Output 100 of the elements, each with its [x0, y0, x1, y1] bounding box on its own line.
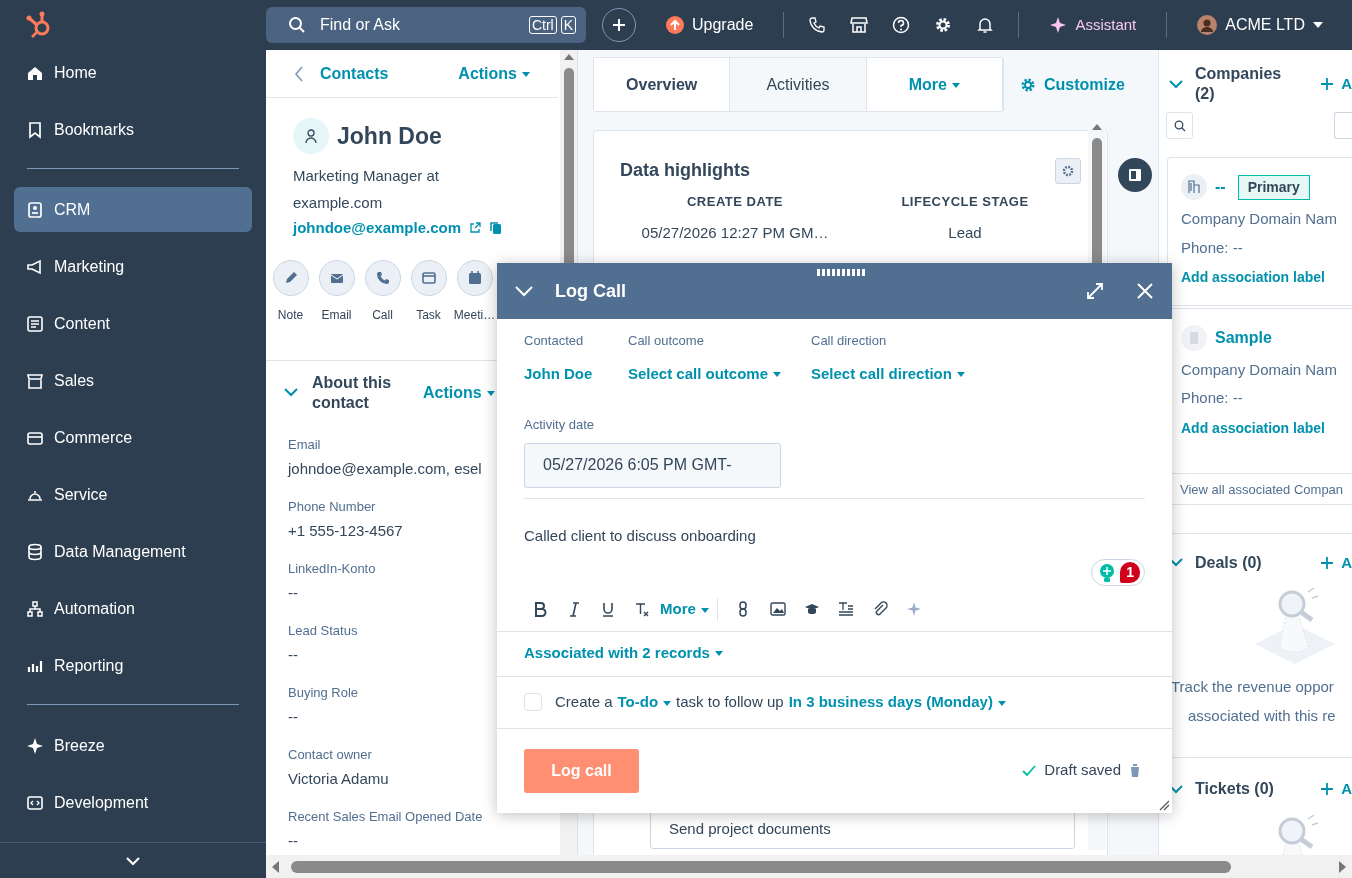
- store-icon[interactable]: [850, 16, 869, 34]
- property-label: Lead Status: [288, 621, 358, 640]
- property-label: Recent Sales Email Opened Date: [288, 807, 483, 826]
- megaphone-icon: [26, 257, 44, 276]
- quick-action-button[interactable]: [456, 259, 493, 296]
- back-link[interactable]: Contacts: [294, 61, 389, 86]
- plus-icon: [1321, 783, 1334, 796]
- upgrade-button[interactable]: Upgrade: [660, 12, 760, 38]
- company-domain: Company Domain Nam: [1181, 359, 1338, 380]
- search-field[interactable]: Find or Ask Ctrl K: [266, 7, 586, 43]
- sidebar-item[interactable]: Commerce: [14, 415, 252, 460]
- calendar-icon: [466, 269, 483, 286]
- property-label: Email: [288, 435, 321, 454]
- scrollbar-track[interactable]: [266, 855, 1352, 878]
- dropdown-button[interactable]: To-do: [617, 691, 672, 714]
- contact-card-icon: [26, 200, 44, 219]
- underline-icon[interactable]: [600, 600, 616, 618]
- actions-dropdown[interactable]: Actions: [458, 61, 530, 86]
- help-icon[interactable]: [892, 16, 911, 34]
- quick-action-button[interactable]: [272, 259, 309, 296]
- assistant-button[interactable]: Assistant: [1043, 12, 1143, 38]
- tab[interactable]: Activities: [730, 58, 867, 111]
- notification-count: 1: [1120, 562, 1140, 583]
- company-name-link[interactable]: --: [1215, 175, 1226, 199]
- dropdown-button[interactable]: Select call outcome: [628, 362, 782, 385]
- resize-handle-icon[interactable]: [1158, 799, 1170, 811]
- quick-action-button[interactable]: [318, 259, 355, 296]
- quick-action-button[interactable]: [410, 259, 447, 296]
- section-title: Tickets (0): [1195, 779, 1275, 800]
- company-domain: Company Domain Nam: [1181, 209, 1338, 229]
- scrollbar-thumb[interactable]: [291, 860, 1231, 873]
- upgrade-icon: [666, 16, 684, 34]
- sidebar-item[interactable]: Home: [14, 50, 252, 95]
- bookmark-icon: [26, 120, 44, 139]
- sidebar-item[interactable]: CRM: [14, 187, 252, 232]
- note-text[interactable]: Called client to discuss onboarding: [524, 524, 1145, 547]
- date-field[interactable]: 05/27/2026 6:05 PM GMT-: [524, 442, 781, 488]
- workflow-icon: [26, 599, 44, 618]
- property-value: +1 555-123-4567: [288, 521, 403, 541]
- text-lines-icon[interactable]: [837, 601, 854, 618]
- caret-icon: [1312, 22, 1323, 28]
- plus-icon: [1321, 556, 1334, 569]
- clear-format-icon[interactable]: [634, 600, 650, 618]
- association-label-link[interactable]: Add association label: [1181, 267, 1325, 288]
- filter-field[interactable]: [1334, 112, 1352, 139]
- copy-icon[interactable]: [489, 221, 503, 236]
- sidebar-item[interactable]: Sales: [14, 358, 252, 403]
- email-link[interactable]: johndoe@example.com: [293, 217, 461, 240]
- sidebar-item[interactable]: Service: [14, 472, 252, 517]
- add-button[interactable]: A: [1321, 72, 1352, 96]
- dropdown-button[interactable]: Select call direction: [811, 362, 965, 385]
- account-menu[interactable]: ACME LTD: [1191, 12, 1329, 38]
- trash-icon[interactable]: [1129, 763, 1141, 778]
- sidebar-item[interactable]: Automation: [14, 586, 252, 631]
- empty-state-text: Track the revenue oppor: [1170, 677, 1335, 697]
- sidebar-item[interactable]: Breeze: [14, 723, 252, 768]
- follow-up-checkbox[interactable]: [524, 693, 542, 712]
- settings-button[interactable]: [1055, 157, 1081, 184]
- expand-icon[interactable]: [1086, 282, 1104, 300]
- drag-handle[interactable]: [817, 269, 865, 276]
- tab[interactable]: Overview: [594, 58, 731, 111]
- property-label: Phone Number: [288, 497, 376, 516]
- image-icon[interactable]: [769, 601, 786, 618]
- arrow-up-icon: [1092, 124, 1102, 130]
- notifications-icon[interactable]: [976, 16, 995, 34]
- property-label: Contact owner: [288, 745, 372, 764]
- close-icon[interactable]: [1136, 282, 1154, 300]
- sidebar-item[interactable]: Content: [14, 301, 252, 346]
- contact-name: John Doe: [337, 121, 442, 151]
- add-button[interactable]: A: [1321, 551, 1352, 574]
- dropdown-button[interactable]: In 3 business days (Monday): [788, 691, 1006, 714]
- quick-action-button[interactable]: [364, 259, 401, 296]
- sidebar-item[interactable]: Development: [14, 780, 252, 825]
- store-icon: [26, 371, 44, 390]
- associations-dropdown[interactable]: Associated with 2 records: [524, 641, 723, 664]
- customize-button[interactable]: Customize: [1020, 72, 1125, 97]
- association-label-link[interactable]: Add association label: [1181, 417, 1325, 439]
- sidebar-item[interactable]: Bookmarks: [14, 107, 252, 152]
- search-button[interactable]: [1166, 112, 1193, 139]
- settings-icon[interactable]: [934, 16, 953, 34]
- more-dropdown[interactable]: More: [660, 598, 718, 621]
- phone-icon[interactable]: [808, 16, 827, 34]
- quick-action-label: Task: [416, 306, 441, 324]
- property-value: --: [288, 583, 298, 603]
- sidebar-item[interactable]: Reporting: [14, 643, 252, 688]
- add-button[interactable]: A: [1321, 778, 1352, 801]
- highlight-value: Lead: [947, 222, 983, 243]
- field-value: John Doe: [524, 363, 594, 384]
- highlight-value: 05/27/2026 12:27 PM GM…: [640, 222, 830, 243]
- gear-icon: [1020, 76, 1036, 93]
- search-icon: [288, 16, 306, 34]
- sidebar-item[interactable]: Marketing: [14, 244, 252, 289]
- empty-state-text: associated with this re: [1187, 705, 1337, 726]
- bold-icon[interactable]: [532, 600, 548, 618]
- document-icon: [26, 314, 44, 333]
- panel-toggle-button[interactable]: [1118, 158, 1152, 192]
- company-name-link[interactable]: Sample: [1215, 325, 1272, 350]
- external-link-icon[interactable]: [469, 222, 481, 235]
- person-icon: [303, 128, 319, 144]
- sidebar-item[interactable]: Data Management: [14, 529, 252, 574]
